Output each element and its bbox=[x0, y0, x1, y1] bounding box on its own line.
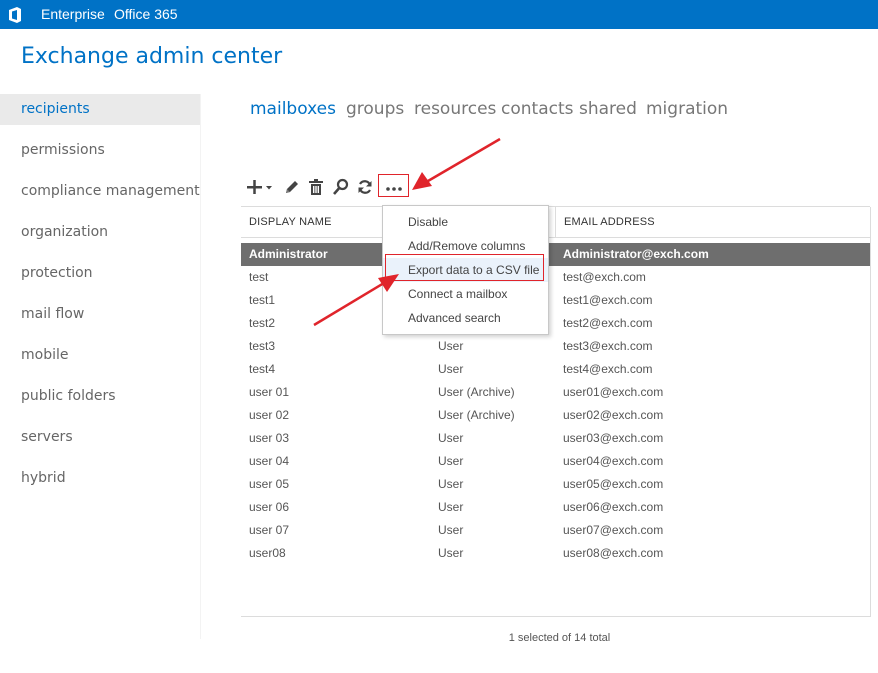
sidebar-item-protection[interactable]: protection bbox=[0, 258, 200, 289]
table-row[interactable]: user 05 User user05@exch.com bbox=[241, 473, 870, 496]
cell-display-name: test2 bbox=[249, 316, 276, 330]
tab-groups[interactable]: groups bbox=[346, 99, 404, 119]
cell-email: user06@exch.com bbox=[563, 500, 664, 514]
menu-item-disable[interactable]: Disable bbox=[383, 210, 548, 234]
table-right-border bbox=[870, 207, 871, 617]
nav-enterprise[interactable]: Enterprise bbox=[41, 0, 105, 29]
cell-display-name: user 03 bbox=[249, 431, 290, 445]
cell-email: user04@exch.com bbox=[563, 454, 664, 468]
sidebar-item-mobile[interactable]: mobile bbox=[0, 340, 200, 371]
table-bottom-border bbox=[241, 616, 871, 617]
cell-email: test@exch.com bbox=[563, 270, 646, 284]
cell-type: User (Archive) bbox=[438, 408, 515, 422]
search-icon[interactable] bbox=[332, 177, 350, 197]
column-header-email-address[interactable]: EMAIL ADDRESS bbox=[564, 216, 655, 228]
table-row[interactable]: user 02 User (Archive) user02@exch.com bbox=[241, 404, 870, 427]
sidebar-divider bbox=[200, 94, 201, 639]
cell-display-name: Administrator bbox=[249, 247, 328, 261]
table-row[interactable]: test2 test2@exch.com bbox=[241, 312, 870, 335]
table-row[interactable]: user08 User user08@exch.com bbox=[241, 542, 870, 565]
add-icon[interactable] bbox=[246, 177, 276, 197]
table-row[interactable]: test4 User test4@exch.com bbox=[241, 358, 870, 381]
cell-email: test4@exch.com bbox=[563, 362, 653, 376]
sidebar-item-permissions[interactable]: permissions bbox=[0, 135, 200, 166]
table-row[interactable]: user 06 User user06@exch.com bbox=[241, 496, 870, 519]
table-row[interactable]: Administrator Administrator@exch.com bbox=[241, 243, 870, 266]
cell-email: user07@exch.com bbox=[563, 523, 664, 537]
cell-display-name: user 04 bbox=[249, 454, 290, 468]
cell-email: test2@exch.com bbox=[563, 316, 653, 330]
tab-resources[interactable]: resources bbox=[414, 99, 496, 119]
cell-display-name: user 02 bbox=[249, 408, 290, 422]
cell-type: User bbox=[438, 523, 464, 537]
table-row[interactable]: test1 test1@exch.com bbox=[241, 289, 870, 312]
cell-email: user05@exch.com bbox=[563, 477, 664, 491]
nav-office-365[interactable]: Office 365 bbox=[114, 0, 178, 29]
cell-email: user03@exch.com bbox=[563, 431, 664, 445]
cell-type: User bbox=[438, 362, 464, 376]
cell-type: User bbox=[438, 500, 464, 514]
app-title: Exchange admin center bbox=[21, 44, 283, 69]
table-row[interactable]: test3 User test3@exch.com bbox=[241, 335, 870, 358]
table-row[interactable]: user 01 User (Archive) user01@exch.com bbox=[241, 381, 870, 404]
sidebar-item-compliance-management[interactable]: compliance management bbox=[0, 176, 200, 207]
tab-contacts[interactable]: contacts bbox=[501, 99, 573, 119]
arrow-to-more-button bbox=[412, 137, 501, 190]
sidebar-item-recipients[interactable]: recipients bbox=[0, 94, 200, 125]
cell-type: User bbox=[438, 431, 464, 445]
tab-migration[interactable]: migration bbox=[646, 99, 728, 119]
cell-display-name: test bbox=[249, 270, 269, 284]
cell-type: User bbox=[438, 546, 464, 560]
tab-shared[interactable]: shared bbox=[579, 99, 637, 119]
export-csv-highlight bbox=[385, 254, 544, 281]
cell-display-name: user 07 bbox=[249, 523, 290, 537]
table-row[interactable]: user 03 User user03@exch.com bbox=[241, 427, 870, 450]
cell-email: user02@exch.com bbox=[563, 408, 664, 422]
delete-icon[interactable] bbox=[308, 177, 324, 197]
cell-type: User bbox=[438, 454, 464, 468]
cell-type: User bbox=[438, 339, 464, 353]
column-divider bbox=[555, 207, 556, 237]
cell-email: Administrator@exch.com bbox=[563, 247, 709, 261]
sidebar-item-hybrid[interactable]: hybrid bbox=[0, 463, 200, 494]
cell-display-name: test3 bbox=[249, 339, 276, 353]
edit-icon[interactable] bbox=[283, 177, 301, 197]
sidebar-item-mail-flow[interactable]: mail flow bbox=[0, 299, 200, 330]
more-button-highlight bbox=[378, 174, 409, 197]
cell-email: user01@exch.com bbox=[563, 385, 664, 399]
cell-display-name: user 05 bbox=[249, 477, 290, 491]
refresh-icon[interactable] bbox=[356, 177, 374, 197]
sidebar-item-servers[interactable]: servers bbox=[0, 422, 200, 453]
selection-status: 1 selected of 14 total bbox=[508, 632, 611, 644]
office-logo-icon[interactable] bbox=[0, 0, 29, 29]
cell-display-name: user08 bbox=[249, 546, 286, 560]
column-header-display-name[interactable]: DISPLAY NAME bbox=[249, 216, 332, 228]
top-bar: Enterprise Office 365 bbox=[0, 0, 878, 29]
sidebar-item-public-folders[interactable]: public folders bbox=[0, 381, 200, 412]
table-row[interactable]: test test@exch.com bbox=[241, 266, 870, 289]
table-header-border bbox=[241, 237, 870, 238]
tab-mailboxes[interactable]: mailboxes bbox=[250, 99, 336, 119]
cell-display-name: test4 bbox=[249, 362, 276, 376]
cell-email: test3@exch.com bbox=[563, 339, 653, 353]
cell-type: User (Archive) bbox=[438, 385, 515, 399]
cell-email: test1@exch.com bbox=[563, 293, 653, 307]
cell-display-name: test1 bbox=[249, 293, 276, 307]
table-row[interactable]: user 07 User user07@exch.com bbox=[241, 519, 870, 542]
cell-display-name: user 01 bbox=[249, 385, 290, 399]
table-row[interactable]: user 04 User user04@exch.com bbox=[241, 450, 870, 473]
sidebar: recipients permissions compliance manage… bbox=[0, 94, 200, 639]
sidebar-item-organization[interactable]: organization bbox=[0, 217, 200, 248]
cell-type: User bbox=[438, 477, 464, 491]
menu-item-connect-mailbox[interactable]: Connect a mailbox bbox=[383, 282, 548, 306]
cell-email: user08@exch.com bbox=[563, 546, 664, 560]
cell-display-name: user 06 bbox=[249, 500, 290, 514]
menu-item-advanced-search[interactable]: Advanced search bbox=[383, 306, 548, 330]
